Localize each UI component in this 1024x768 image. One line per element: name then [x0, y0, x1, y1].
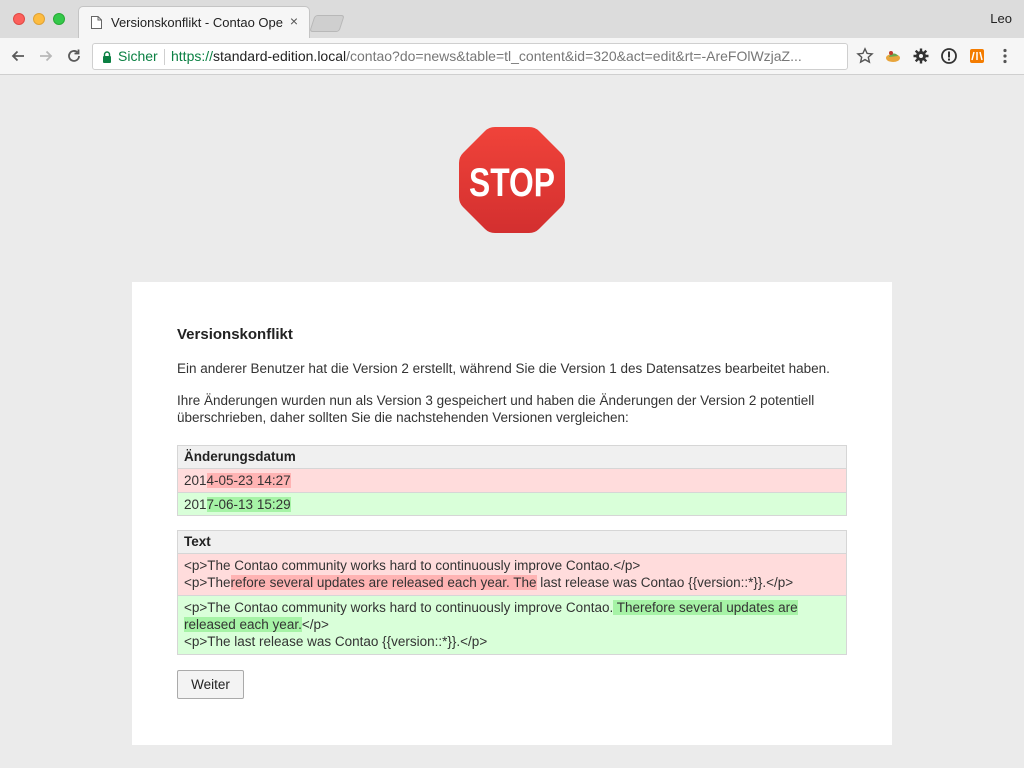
address-separator — [164, 49, 165, 65]
text-diff-header: Text — [178, 531, 846, 554]
date-diff-old-row: 2014-05-23 14:27 — [178, 469, 846, 492]
conflict-explanation: Ein anderer Benutzer hat die Version 2 e… — [177, 361, 830, 376]
text-old-line2-suffix: last release was Contao {{version::*}}.<… — [536, 575, 794, 590]
tab-title: Versionskonflikt - Contao Open Source CM… — [111, 15, 283, 30]
url-text[interactable]: https://standard-edition.local/contao?do… — [171, 48, 841, 64]
text-new-line1-suffix: </p> — [301, 617, 329, 632]
date-diff-header: Änderungsdatum — [178, 446, 846, 469]
close-window-button[interactable] — [13, 13, 25, 25]
text-old-line2-changed: refore several updates are released each… — [230, 575, 537, 590]
date-new-prefix: 201 — [184, 497, 207, 512]
date-old-changed: 4-05-23 14:27 — [206, 473, 291, 488]
stop-sign: STOP — [455, 123, 569, 237]
date-diff-new-row: 2017-06-13 15:29 — [178, 492, 846, 515]
page-title: Versionskonflikt — [177, 326, 293, 343]
text-diff-new-row: <p>The Contao community works hard to co… — [178, 595, 846, 654]
text-old-line2: <p>Therefore several updates are release… — [184, 574, 840, 591]
minimize-window-button[interactable] — [33, 13, 45, 25]
address-bar[interactable]: Sicher https://standard-edition.local/co… — [92, 43, 848, 70]
date-diff-table: Änderungsdatum 2014-05-23 14:27 2017-06-… — [177, 445, 847, 516]
maximize-window-button[interactable] — [53, 13, 65, 25]
browser-tab[interactable]: Versionskonflikt - Contao Open Source CM… — [78, 6, 310, 38]
url-host: standard-edition.local — [213, 48, 347, 64]
contao-icon[interactable] — [968, 47, 986, 65]
profile-name[interactable]: Leo — [990, 11, 1012, 26]
menu-icon[interactable] — [996, 47, 1014, 65]
conflict-panel: Versionskonflikt Ein anderer Benutzer ha… — [132, 282, 892, 745]
text-new-line1-prefix: <p>The Contao community works hard to co… — [184, 600, 614, 615]
date-old-prefix: 201 — [184, 473, 207, 488]
forward-arrow-icon[interactable] — [35, 45, 57, 67]
secure-label: Sicher — [118, 48, 158, 64]
extension-icon[interactable] — [884, 47, 902, 65]
text-old-line2-prefix: <p>The — [184, 575, 231, 590]
text-new-line2: <p>The last release was Contao {{version… — [184, 634, 488, 649]
info-icon[interactable] — [940, 47, 958, 65]
new-tab-button[interactable] — [309, 15, 345, 32]
stop-text: STOP — [469, 161, 555, 205]
tab-close-icon[interactable]: × — [290, 13, 298, 29]
continue-button[interactable]: Weiter — [177, 670, 244, 699]
window-titlebar: Versionskonflikt - Contao Open Source CM… — [0, 0, 1024, 38]
document-icon — [91, 16, 102, 29]
reload-icon[interactable] — [63, 45, 85, 67]
date-new-changed: 7-06-13 15:29 — [206, 497, 291, 512]
text-diff-old-row: <p>The Contao community works hard to co… — [178, 554, 846, 595]
gear-icon[interactable] — [912, 47, 930, 65]
url-scheme: https:// — [171, 48, 214, 64]
browser-toolbar: Sicher https://standard-edition.local/co… — [0, 38, 1024, 75]
text-old-line1: <p>The Contao community works hard to co… — [184, 558, 641, 573]
text-diff-table: Text <p>The Contao community works hard … — [177, 530, 847, 655]
lock-icon — [103, 51, 111, 63]
conflict-instructions: Ihre Änderungen wurden nun als Version 3… — [177, 393, 815, 425]
back-arrow-icon[interactable] — [7, 45, 29, 67]
star-icon[interactable] — [856, 47, 874, 65]
text-new-line1: <p>The Contao community works hard to co… — [184, 599, 840, 633]
url-path: /contao?do=news&table=tl_content&id=320&… — [346, 48, 802, 64]
